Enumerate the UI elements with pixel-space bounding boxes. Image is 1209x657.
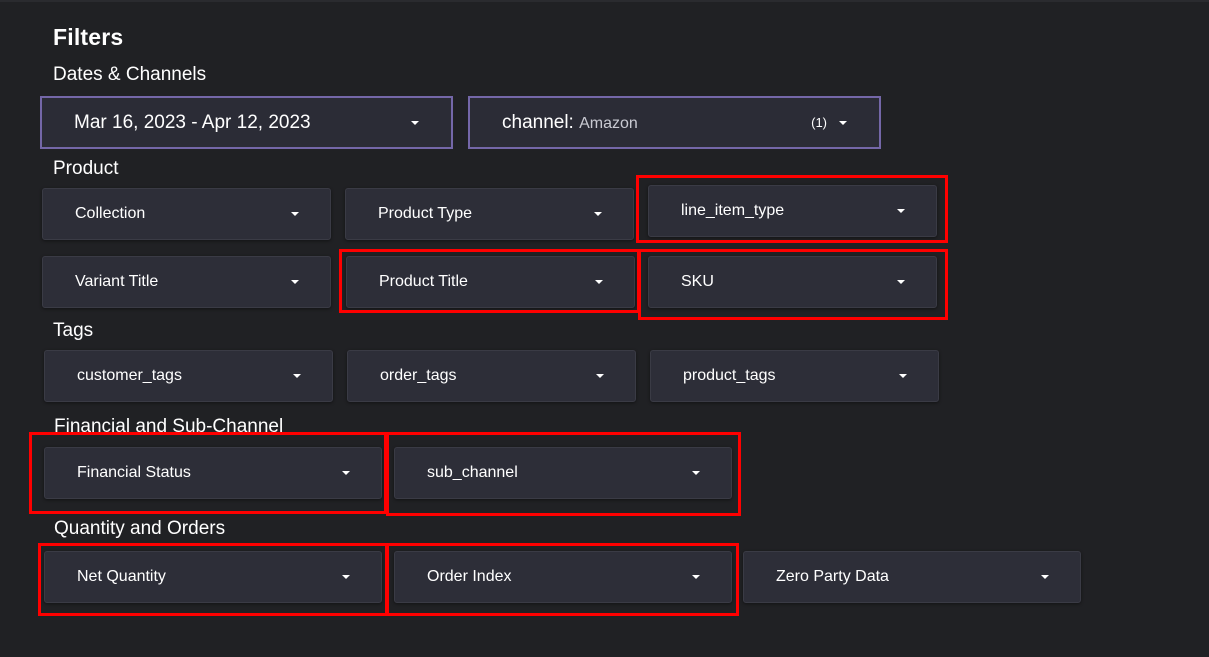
variant-title-dropdown[interactable]: Variant Title [42, 256, 331, 308]
chevron-down-icon [293, 374, 301, 378]
order-tags-dropdown[interactable]: order_tags [347, 350, 636, 402]
chevron-down-icon [291, 212, 299, 216]
chevron-down-icon [291, 280, 299, 284]
financial-status-dropdown[interactable]: Financial Status [44, 447, 382, 499]
dropdown-label: Order Index [427, 568, 512, 585]
chevron-down-icon [342, 575, 350, 579]
chevron-down-icon [595, 280, 603, 284]
customer-tags-dropdown[interactable]: customer_tags [44, 350, 333, 402]
net-quantity-dropdown[interactable]: Net Quantity [44, 551, 382, 603]
dropdown-label: SKU [681, 273, 714, 290]
dropdown-label: customer_tags [77, 367, 182, 384]
section-title-financial: Financial and Sub-Channel [54, 416, 284, 437]
chevron-down-icon [692, 471, 700, 475]
dropdown-label: Product Type [378, 205, 472, 222]
chevron-down-icon [596, 374, 604, 378]
product-tags-dropdown[interactable]: product_tags [650, 350, 939, 402]
dropdown-label: Zero Party Data [776, 568, 889, 585]
dropdown-label: product_tags [683, 367, 776, 384]
top-divider [0, 0, 1209, 2]
dropdown-label: Collection [75, 205, 146, 222]
chevron-down-icon [897, 280, 905, 284]
chevron-down-icon [897, 209, 905, 213]
collection-dropdown[interactable]: Collection [42, 188, 331, 240]
date-range-value: Mar 16, 2023 - Apr 12, 2023 [74, 111, 311, 133]
chevron-down-icon [839, 120, 847, 125]
line-item-type-dropdown[interactable]: line_item_type [648, 185, 937, 237]
channel-key: channel: [502, 111, 574, 133]
dropdown-label: Financial Status [77, 464, 191, 481]
sub-channel-dropdown[interactable]: sub_channel [394, 447, 732, 499]
date-range-picker[interactable]: Mar 16, 2023 - Apr 12, 2023 [40, 96, 453, 149]
chevron-down-icon [692, 575, 700, 579]
dropdown-label: line_item_type [681, 202, 785, 219]
dropdown-label: Product Title [379, 273, 468, 290]
product-type-dropdown[interactable]: Product Type [345, 188, 634, 240]
chevron-down-icon [411, 120, 419, 125]
channel-dropdown[interactable]: channel: Amazon (1) [468, 96, 881, 149]
dropdown-label: Net Quantity [77, 568, 166, 585]
dropdown-label: sub_channel [427, 464, 518, 481]
dropdown-label: Variant Title [75, 273, 159, 290]
channel-selected: Amazon [579, 114, 638, 132]
chevron-down-icon [899, 374, 907, 378]
filters-panel: Filters Dates & Channels Mar 16, 2023 - … [0, 0, 1209, 657]
dropdown-label: order_tags [380, 367, 457, 384]
order-index-dropdown[interactable]: Order Index [394, 551, 732, 603]
page-title: Filters [53, 24, 124, 50]
zero-party-data-dropdown[interactable]: Zero Party Data [743, 551, 1081, 603]
chevron-down-icon [342, 471, 350, 475]
channel-value: channel: Amazon [502, 112, 638, 134]
sku-dropdown[interactable]: SKU [648, 256, 937, 308]
product-title-dropdown[interactable]: Product Title [346, 256, 635, 308]
section-title-tags: Tags [53, 320, 94, 341]
chevron-down-icon [1041, 575, 1049, 579]
channel-count-badge: (1) [811, 115, 827, 130]
section-title-quantity: Quantity and Orders [54, 518, 226, 539]
section-title-product: Product [53, 158, 119, 179]
chevron-down-icon [594, 212, 602, 216]
section-title-dates-channels: Dates & Channels [53, 64, 207, 85]
